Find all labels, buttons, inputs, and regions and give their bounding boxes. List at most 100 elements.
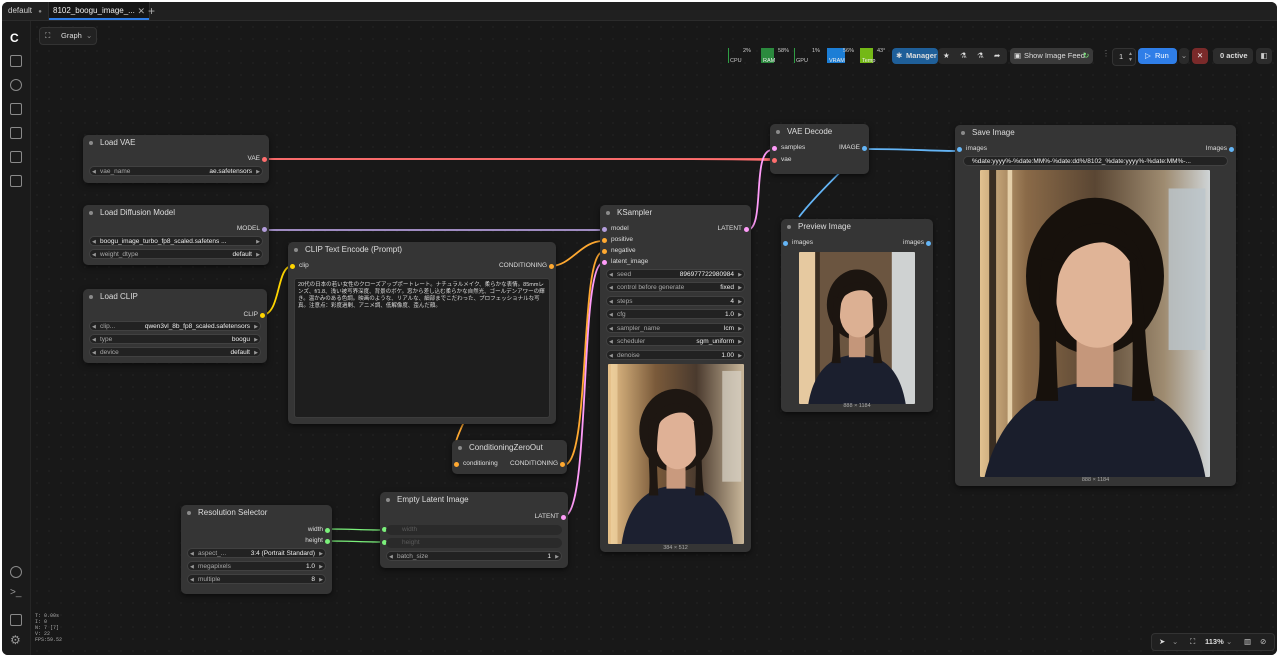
input-label: latent_image <box>611 258 649 265</box>
workflows-icon[interactable] <box>10 127 22 139</box>
height-output-socket[interactable] <box>325 539 330 544</box>
positive-input-socket[interactable] <box>602 238 607 243</box>
node-title: CLIP Text Encode (Prompt) <box>288 242 556 258</box>
widget-value: lcm <box>723 325 734 332</box>
tool-chevron-icon[interactable]: ⌄ <box>1172 634 1178 650</box>
widget-name: denoise <box>617 352 640 359</box>
clip-input-socket[interactable] <box>290 264 295 269</box>
node-title: Empty Latent Image <box>380 492 568 508</box>
latent-output-socket[interactable] <box>744 227 749 232</box>
node-clip-text-encode[interactable]: CLIP Text Encode (Prompt) clip CONDITION… <box>288 242 556 424</box>
conditioning-output-socket[interactable] <box>549 264 554 269</box>
widget-name: control before generate <box>617 284 685 291</box>
widget-name: clip... <box>100 323 116 330</box>
node-ksampler[interactable]: KSampler LATENT model positive negative … <box>600 205 751 552</box>
latent-output-socket[interactable] <box>561 515 566 520</box>
batch-size-widget[interactable]: batch_size 1 <box>386 551 562 562</box>
node-load-diffusion-model[interactable]: Load Diffusion Model MODEL boogu_image_t… <box>83 205 269 265</box>
link-visibility-icon[interactable]: ⊘ <box>1260 634 1266 650</box>
images-output-socket[interactable] <box>1229 147 1234 152</box>
prompt-textarea[interactable]: 20代の日本の若い女性のクローズアップポートレート。ナチュラルメイク、柔らかな表… <box>294 278 550 418</box>
widget-value: qwen3vl_8b_fp8_scaled.safetensors <box>144 323 250 330</box>
negative-input-socket[interactable] <box>602 249 607 254</box>
device-widget[interactable]: device default <box>89 347 261 358</box>
scheduler-widget[interactable]: scheduler sgm_uniform <box>606 336 745 347</box>
comfy-logo-icon[interactable]: C <box>10 31 19 45</box>
clip-output-socket[interactable] <box>260 313 265 318</box>
settings-gear-icon[interactable]: ⚙ <box>10 633 21 647</box>
vae-output-socket[interactable] <box>262 157 267 162</box>
widget-name: aspect_... <box>198 550 227 557</box>
latent-image-input-socket[interactable] <box>602 260 607 265</box>
conditioning-input-socket[interactable] <box>454 462 459 467</box>
new-tab-plus-icon[interactable]: + <box>144 2 159 20</box>
images-icon[interactable] <box>10 55 22 67</box>
seed-widget[interactable]: seed 896977722980984 <box>606 269 745 280</box>
fit-view-icon[interactable]: ⛶ <box>1190 634 1195 650</box>
widget-value: boogu_image_turbo_fp8_scaled.safetens ..… <box>100 238 227 245</box>
node-preview-image[interactable]: Preview Image images images 888 × 1184 <box>781 219 933 412</box>
node-save-image[interactable]: Save Image images Images %date:yyyy%-%da… <box>955 125 1236 486</box>
portrait-image <box>799 252 915 404</box>
images-input-socket[interactable] <box>957 147 962 152</box>
input-label: vae <box>781 156 792 163</box>
multiple-widget[interactable]: multiple 8 <box>187 574 326 585</box>
images-input-socket[interactable] <box>783 241 788 246</box>
link-width <box>327 528 383 531</box>
portrait-image <box>608 364 744 544</box>
images-output-socket[interactable] <box>926 241 931 246</box>
image-dimensions: 384 × 512 <box>663 545 688 551</box>
node-title: Load VAE <box>83 135 269 151</box>
link-vae-decode <box>264 158 772 161</box>
aspect-ratio-widget[interactable]: aspect_... 3:4 (Portrait Standard) <box>187 548 326 559</box>
model-input-socket[interactable] <box>602 227 607 232</box>
vae-input-socket[interactable] <box>772 158 777 163</box>
help-icon[interactable] <box>10 566 22 578</box>
terminal-icon[interactable]: >_ <box>10 587 21 598</box>
zoom-level[interactable]: 113% <box>1205 634 1224 650</box>
node-resolution-selector[interactable]: Resolution Selector width height aspect_… <box>181 505 332 594</box>
minimap-icon[interactable]: ▥ <box>1244 634 1251 650</box>
image-output-socket[interactable] <box>862 146 867 151</box>
unsaved-dot-icon: ● <box>38 9 42 15</box>
filename-prefix-widget[interactable]: %date:yyyy%-%date:MM%-%date:dd%/8102_%da… <box>963 156 1228 166</box>
vae-name-widget[interactable]: vae_name ae.safetensors <box>89 166 263 177</box>
templates-icon[interactable] <box>10 151 22 163</box>
node-vae-decode[interactable]: VAE Decode samples vae IMAGE <box>770 124 869 174</box>
node-title: ConditioningZeroOut <box>452 440 567 456</box>
widget-value: 4 <box>730 298 734 305</box>
steps-widget[interactable]: steps 4 <box>606 296 745 307</box>
output-label: width <box>307 526 323 533</box>
models-icon[interactable] <box>10 79 22 91</box>
preview-output-image <box>799 252 915 404</box>
output-label: height <box>305 537 323 544</box>
clip-type-widget[interactable]: type boogu <box>89 334 261 345</box>
denoise-widget[interactable]: denoise 1.00 <box>606 350 745 361</box>
tab-workflow[interactable]: 8102_boogu_image_... ✕ <box>48 2 150 20</box>
input-label: images <box>966 145 987 152</box>
graph-canvas[interactable]: ⛶ Graph ⌄ 2% CPU 58% RAM 1% GPU 56% VRAM… <box>31 21 1277 655</box>
keyboard-icon[interactable] <box>10 614 22 626</box>
control-before-generate-widget[interactable]: control before generate fixed <box>606 282 745 293</box>
image-dimensions: 888 × 1184 <box>843 403 871 409</box>
tab-default[interactable]: default ● <box>4 2 46 20</box>
node-load-vae[interactable]: Load VAE VAE vae_name ae.safetensors <box>83 135 269 183</box>
weight-dtype-widget[interactable]: weight_dtype default <box>89 249 263 260</box>
tab-bar: default ● 8102_boogu_image_... ✕ + <box>2 2 1277 21</box>
node-conditioning-zero-out[interactable]: ConditioningZeroOut conditioning CONDITI… <box>452 440 567 474</box>
model-output-socket[interactable] <box>262 227 267 232</box>
zoom-chevron-icon[interactable]: ⌄ <box>1226 634 1232 650</box>
node-empty-latent-image[interactable]: Empty Latent Image LATENT width height b… <box>380 492 568 568</box>
node-library-icon[interactable] <box>10 103 22 115</box>
clip-name-widget[interactable]: clip... qwen3vl_8b_fp8_scaled.safetensor… <box>89 321 261 332</box>
conditioning-output-socket[interactable] <box>560 462 565 467</box>
unet-name-widget[interactable]: boogu_image_turbo_fp8_scaled.safetens ..… <box>89 236 263 247</box>
samples-input-socket[interactable] <box>772 146 777 151</box>
node-load-clip[interactable]: Load CLIP CLIP clip... qwen3vl_8b_fp8_sc… <box>83 289 267 363</box>
megapixels-widget[interactable]: megapixels 1.0 <box>187 561 326 572</box>
queue-icon[interactable] <box>10 175 22 187</box>
cfg-widget[interactable]: cfg 1.0 <box>606 309 745 320</box>
sampler-name-widget[interactable]: sampler_name lcm <box>606 323 745 334</box>
width-output-socket[interactable] <box>325 528 330 533</box>
pointer-tool-icon[interactable]: ➤ <box>1159 634 1165 650</box>
